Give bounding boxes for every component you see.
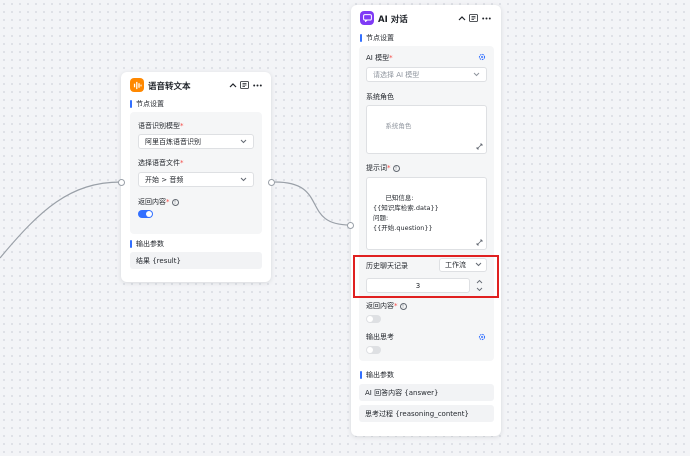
output-param-row: 结果 {result} <box>130 252 262 269</box>
output-thinking-label: 输出思考 <box>366 333 394 341</box>
settings-panel: AI 模型* 请选择 AI 模型 系统角色 系统角色 提示词*! 已知信息: {… <box>359 46 494 361</box>
expand-icon[interactable] <box>476 239 483 246</box>
expand-icon[interactable] <box>476 143 483 150</box>
file-label: 选择语音文件* <box>138 159 184 167</box>
return-content-label: 返回内容*! <box>366 301 407 311</box>
chevron-up-icon[interactable] <box>457 13 467 23</box>
output-thinking-toggle[interactable] <box>366 346 381 354</box>
chat-bubble-icon <box>360 11 374 25</box>
speech-to-text-icon <box>130 78 144 92</box>
output-param-row: 思考过程 {reasoning_content} <box>359 405 494 422</box>
more-dots-icon[interactable] <box>481 13 491 23</box>
section-title-output: 输出参数 <box>360 370 394 380</box>
ai-model-select[interactable]: 请选择 AI 模型 <box>366 67 487 82</box>
gear-icon[interactable] <box>478 53 486 61</box>
edge-incoming <box>0 181 122 259</box>
info-icon[interactable]: ! <box>399 302 407 310</box>
gear-icon[interactable] <box>478 333 486 341</box>
node-title: 语音转文本 <box>148 82 191 92</box>
ai-model-label: AI 模型* <box>366 54 393 62</box>
switch-icon[interactable] <box>468 13 478 23</box>
prompt-input[interactable]: 已知信息: {{知识库检索.data}} 问题: {{开始.question}} <box>366 177 487 250</box>
node-header: 语音转文本 <box>121 72 271 98</box>
node-header: AI 对话 <box>351 5 501 31</box>
section-title-output: 输出参数 <box>130 239 164 249</box>
switch-icon[interactable] <box>239 80 249 90</box>
node-title: AI 对话 <box>378 15 408 25</box>
highlight-box <box>353 255 499 298</box>
chevron-down-icon <box>240 139 247 143</box>
prompt-label: 提示词*! <box>366 163 400 173</box>
return-content-toggle[interactable] <box>366 315 381 323</box>
edge-speech-to-ai <box>274 181 351 226</box>
chevron-down-icon <box>240 177 247 181</box>
more-dots-icon[interactable] <box>252 80 262 90</box>
info-icon[interactable]: ! <box>392 164 400 172</box>
settings-panel: 语音识别模型* 阿里百炼语音识别 选择语音文件* 开始 > 音频 返回内容*! <box>130 112 262 234</box>
speech-node-input-handle[interactable] <box>118 179 125 186</box>
info-icon[interactable]: ! <box>171 198 179 206</box>
return-content-toggle[interactable] <box>138 210 153 218</box>
chevron-up-icon[interactable] <box>228 80 238 90</box>
output-param-row: AI 回答内容 {answer} <box>359 384 494 401</box>
ai-chat-node[interactable]: AI 对话 节点设置 AI 模型* 请选择 AI 模型 系统角色 系统角色 提示… <box>351 5 501 436</box>
system-role-input[interactable]: 系统角色 <box>366 105 487 154</box>
section-title-settings: 节点设置 <box>130 99 164 109</box>
chevron-down-icon <box>473 72 480 76</box>
speech-model-select[interactable]: 阿里百炼语音识别 <box>138 134 254 149</box>
audio-file-select[interactable]: 开始 > 音频 <box>138 172 254 187</box>
system-role-label: 系统角色 <box>366 93 394 101</box>
speech-to-text-node[interactable]: 语音转文本 节点设置 语音识别模型* 阿里百炼语音识别 选择语音文件* 开始 >… <box>121 72 271 282</box>
section-title-settings: 节点设置 <box>360 33 394 43</box>
ai-node-input-handle[interactable] <box>347 222 354 229</box>
return-content-label: 返回内容*! <box>138 197 179 207</box>
speech-node-output-handle[interactable] <box>268 179 275 186</box>
workflow-edges <box>0 181 351 259</box>
model-label: 语音识别模型* <box>138 122 184 130</box>
